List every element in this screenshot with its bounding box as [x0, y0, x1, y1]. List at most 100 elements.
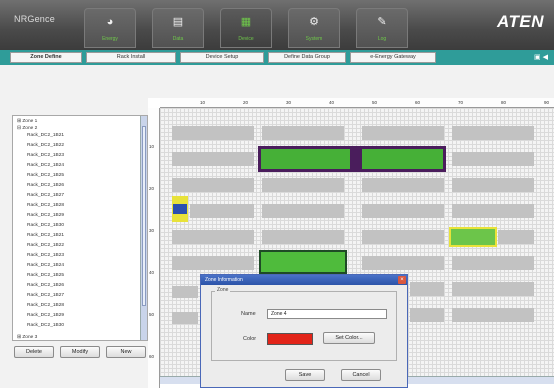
- ruler-tick-label: 10: [200, 100, 206, 105]
- ruler-tick-label: 40: [149, 270, 155, 275]
- tab-e-energy-gateway[interactable]: e-Energy Gateway: [350, 52, 436, 63]
- tree-item-rack[interactable]: Rack_DC2_1B22: [27, 142, 64, 149]
- tree-item-rack[interactable]: Rack_DC2_1B23: [27, 152, 64, 159]
- rack[interactable]: [262, 178, 344, 192]
- tab-log-label: Log: [377, 36, 387, 42]
- tree-item-rack[interactable]: Rack_DC2_1B25: [27, 272, 64, 279]
- rack[interactable]: [172, 126, 254, 140]
- dialog-title: Zone Information: [201, 275, 407, 285]
- scroll-thumb[interactable]: [142, 126, 146, 306]
- cancel-button[interactable]: Cancel: [341, 369, 381, 381]
- tab-zone-define[interactable]: Zone Define: [10, 52, 82, 63]
- rack[interactable]: [452, 256, 534, 270]
- rack[interactable]: [452, 152, 534, 166]
- tree-item-rack[interactable]: Rack_DC2_1B29: [27, 312, 64, 319]
- rack[interactable]: [410, 282, 444, 296]
- device-marker[interactable]: [172, 196, 188, 222]
- rack-in-zone[interactable]: [362, 149, 443, 169]
- close-icon[interactable]: ×: [398, 276, 406, 284]
- arrow-left-icon[interactable]: ◀: [543, 54, 548, 61]
- tab-system[interactable]: ⚙ System: [288, 8, 340, 48]
- tab-energy-label: Energy: [102, 36, 118, 42]
- rack[interactable]: [172, 312, 198, 324]
- rack[interactable]: [362, 178, 444, 192]
- tab-energy[interactable]: ◕ Energy: [84, 8, 136, 48]
- rack[interactable]: [362, 256, 444, 270]
- tree-item-rack[interactable]: Rack_DC2_1B26: [27, 282, 64, 289]
- rack[interactable]: [172, 286, 198, 298]
- rack[interactable]: [452, 126, 534, 140]
- rack[interactable]: [362, 204, 444, 218]
- vendor-logo: ATEN: [496, 12, 544, 31]
- zone-group-box: [211, 291, 397, 361]
- rack[interactable]: [498, 230, 534, 244]
- ruler-tick-label: 30: [149, 228, 155, 233]
- tree-scrollbar[interactable]: [140, 116, 147, 340]
- rack[interactable]: [452, 282, 534, 296]
- rack[interactable]: [172, 256, 254, 270]
- save-button[interactable]: Save: [285, 369, 325, 381]
- tab-device-label: Device: [238, 36, 254, 42]
- gear-icon: ⚙: [309, 16, 319, 28]
- window-icon[interactable]: ▣: [534, 54, 541, 61]
- tree-item-rack[interactable]: Rack_DC2_1B24: [27, 262, 64, 269]
- tree-item-zone2[interactable]: ⊟ Zone 2: [17, 125, 37, 132]
- ruler-tick-label: 40: [329, 100, 335, 105]
- tree-item-rack[interactable]: Rack_DC2_1B23: [27, 252, 64, 259]
- tree-item-zone3[interactable]: ⊞ Zone 3: [17, 334, 37, 341]
- tree-item-rack[interactable]: Rack_DC2_1B22: [27, 242, 64, 249]
- ruler-tick-label: 90: [544, 100, 550, 105]
- tab-data[interactable]: ▤ Data: [152, 8, 204, 48]
- rack[interactable]: [362, 126, 444, 140]
- tree-item-rack[interactable]: Rack_DC2_1B27: [27, 192, 64, 199]
- tree-item-rack[interactable]: Rack_DC2_1B27: [27, 292, 64, 299]
- ruler-tick-label: 60: [415, 100, 421, 105]
- name-label: Name: [241, 311, 256, 317]
- tree-item-rack[interactable]: Rack_DC2_1B30: [27, 322, 64, 329]
- rack[interactable]: [172, 178, 254, 192]
- rack-in-zone[interactable]: [261, 149, 350, 169]
- tree-item-zone1[interactable]: ⊞ Zone 1: [17, 118, 37, 125]
- tree-item-rack[interactable]: Rack_DC2_1B30: [27, 222, 64, 229]
- device-marker-fill: [173, 204, 187, 214]
- chart-icon: ▤: [172, 16, 184, 28]
- ruler-left: 10 20 30 40 50 60: [148, 108, 160, 388]
- rack-green[interactable]: [259, 250, 347, 274]
- tab-define-data-group[interactable]: Define Data Group: [268, 52, 346, 63]
- name-input[interactable]: Zone 4: [267, 309, 387, 319]
- rack[interactable]: [262, 126, 344, 140]
- tree-item-rack[interactable]: Rack_DC2_1B29: [27, 212, 64, 219]
- tab-rack-install[interactable]: Rack Install: [86, 52, 176, 63]
- ruler-tick-label: 20: [243, 100, 249, 105]
- tree-item-rack[interactable]: Rack_DC2_1B25: [27, 172, 64, 179]
- top-bar: NRGence ◕ Energy ▤ Data ▦ Device ⚙ Syste…: [0, 0, 554, 50]
- tree-item-rack[interactable]: Rack_DC2_1B24: [27, 162, 64, 169]
- zone-selection[interactable]: [258, 146, 446, 172]
- rack[interactable]: [172, 152, 254, 166]
- rack-yellow[interactable]: [449, 227, 497, 247]
- modify-button[interactable]: Modify: [60, 346, 100, 358]
- delete-button[interactable]: Delete: [14, 346, 54, 358]
- rack[interactable]: [172, 230, 254, 244]
- tab-device-setup[interactable]: Device Setup: [180, 52, 264, 63]
- new-button[interactable]: New: [106, 346, 146, 358]
- gauge-icon: ◕: [106, 16, 114, 28]
- color-label: Color: [243, 336, 257, 342]
- rack[interactable]: [190, 204, 254, 218]
- tree-item-label: Zone 1: [22, 119, 38, 124]
- rack[interactable]: [452, 178, 534, 192]
- tree-item-rack[interactable]: Rack_DC2_1B26: [27, 182, 64, 189]
- rack[interactable]: [362, 230, 444, 244]
- rack[interactable]: [262, 204, 344, 218]
- rack[interactable]: [452, 204, 534, 218]
- tree-item-rack[interactable]: Rack_DC2_1B28: [27, 302, 64, 309]
- set-color-button[interactable]: Set Color...: [323, 332, 375, 344]
- tab-device[interactable]: ▦ Device: [220, 8, 272, 48]
- tree-item-rack[interactable]: Rack_DC2_1B28: [27, 202, 64, 209]
- tree-item-rack[interactable]: Rack_DC2_1B21: [27, 232, 64, 239]
- tab-log[interactable]: ✎ Log: [356, 8, 408, 48]
- tree-item-rack[interactable]: Rack_DC2_1B21: [27, 132, 64, 139]
- rack[interactable]: [452, 308, 534, 322]
- rack[interactable]: [410, 308, 444, 322]
- rack[interactable]: [262, 230, 344, 244]
